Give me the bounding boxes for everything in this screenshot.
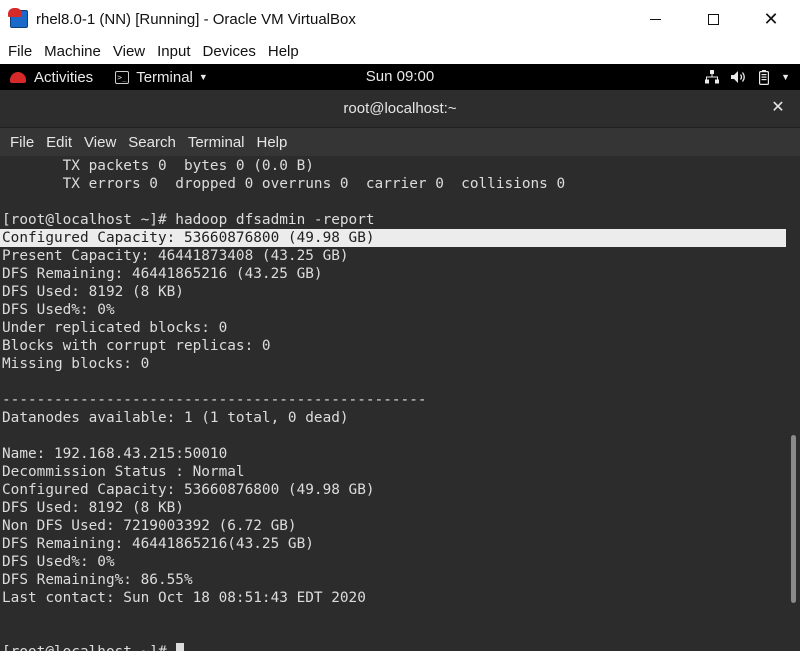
gnome-top-bar: Sun 09:00 Activities >_ Terminal ▼ ▼ [0, 64, 800, 90]
virtualbox-titlebar: rhel8.0-1 (NN) [Running] - Oracle VM Vir… [0, 0, 800, 38]
clock[interactable]: Sun 09:00 [366, 68, 434, 85]
terminal-line: Missing blocks: 0 [2, 355, 149, 373]
terminal-line: DFS Remaining: 46441865216 (43.25 GB) [2, 265, 323, 283]
terminal-line: ----------------------------------------… [2, 391, 427, 409]
terminal-line: DFS Remaining%: 86.55% [2, 571, 193, 589]
terminal-menubar: File Edit View Search Terminal Help [0, 128, 800, 156]
terminal-line: DFS Used: 8192 (8 KB) [2, 283, 184, 301]
terminal-line-text: Present Capacity: 46441873408 (43.25 GB) [2, 248, 349, 264]
volume-icon [731, 71, 745, 83]
term-menu-terminal[interactable]: Terminal [182, 134, 251, 151]
terminal-line-text: Missing blocks: 0 [2, 356, 150, 372]
terminal-line-text: [root@localhost ~]# hadoop dfsadmin -rep… [2, 212, 375, 228]
terminal-line: Blocks with corrupt replicas: 0 [2, 337, 271, 355]
terminal-line-text: TX errors 0 dropped 0 overruns 0 carrier… [2, 176, 566, 192]
chevron-down-icon: ▼ [198, 72, 208, 82]
terminal-close-button[interactable]: ✕ [768, 98, 788, 118]
terminal-scrollbar[interactable] [786, 156, 800, 651]
terminal-line-text: DFS Used%: 0% [2, 554, 115, 570]
terminal-line-text: DFS Used: 8192 (8 KB) [2, 284, 184, 300]
terminal-line-text: DFS Used%: 0% [2, 302, 115, 318]
system-menu[interactable]: ▼ [705, 64, 790, 90]
terminal-window: root@localhost:~ ✕ File Edit View Search… [0, 90, 800, 651]
virtualbox-menubar: File Machine View Input Devices Help [0, 38, 800, 64]
terminal-line: TX errors 0 dropped 0 overruns 0 carrier… [2, 175, 566, 193]
terminal-line: Configured Capacity: 53660876800 (49.98 … [0, 229, 786, 247]
scrollbar-thumb[interactable] [791, 435, 796, 603]
terminal-line: Name: 192.168.43.215:50010 [2, 445, 227, 463]
term-menu-help[interactable]: Help [251, 134, 294, 151]
terminal-line-text: Configured Capacity: 53660876800 (49.98 … [2, 482, 375, 498]
terminal-line-text: TX packets 0 bytes 0 (0.0 B) [2, 158, 314, 174]
terminal-line-text: ----------------------------------------… [2, 392, 427, 408]
close-window-button[interactable]: ✕ [742, 0, 800, 38]
terminal-line-text: DFS Remaining: 46441865216(43.25 GB) [2, 536, 314, 552]
terminal-line: DFS Used: 8192 (8 KB) [2, 499, 184, 517]
network-icon [705, 70, 720, 84]
vbox-menu-devices[interactable]: Devices [197, 43, 262, 60]
battery-icon [759, 69, 770, 85]
terminal-line: DFS Remaining: 46441865216(43.25 GB) [2, 535, 314, 553]
vbox-menu-machine[interactable]: Machine [38, 43, 107, 60]
terminal-title: root@localhost:~ [343, 100, 457, 117]
vbox-menu-file[interactable]: File [2, 43, 38, 60]
terminal-line-text: [root@localhost ~]# [2, 644, 175, 651]
terminal-line: Non DFS Used: 7219003392 (6.72 GB) [2, 517, 297, 535]
terminal-output[interactable]: TX packets 0 bytes 0 (0.0 B) TX errors 0… [0, 156, 786, 651]
maximize-icon [707, 13, 719, 25]
terminal-line: Under replicated blocks: 0 [2, 319, 227, 337]
terminal-line-text: Under replicated blocks: 0 [2, 320, 228, 336]
close-icon: ✕ [771, 99, 785, 116]
terminal-line: DFS Used%: 0% [2, 553, 115, 571]
terminal-line: Decommission Status : Normal [2, 463, 245, 481]
term-menu-search[interactable]: Search [122, 134, 182, 151]
terminal-line: Present Capacity: 46441873408 (43.25 GB) [2, 247, 349, 265]
vbox-menu-view[interactable]: View [107, 43, 151, 60]
terminal-icon: >_ [115, 70, 130, 84]
terminal-line: Configured Capacity: 53660876800 (49.98 … [2, 481, 375, 499]
terminal-line-text: Last contact: Sun Oct 18 08:51:43 EDT 20… [2, 590, 366, 606]
virtualbox-app-icon [8, 8, 30, 30]
window-title: rhel8.0-1 (NN) [Running] - Oracle VM Vir… [36, 10, 356, 28]
vbox-menu-input[interactable]: Input [151, 43, 196, 60]
minimize-icon [649, 18, 661, 20]
vbox-menu-help[interactable]: Help [262, 43, 305, 60]
term-menu-view[interactable]: View [78, 134, 122, 151]
terminal-line-text: DFS Used: 8192 (8 KB) [2, 500, 184, 516]
text-cursor [176, 643, 185, 651]
app-menu-terminal[interactable]: >_ Terminal ▼ [115, 69, 208, 86]
terminal-headerbar: root@localhost:~ ✕ [0, 90, 800, 128]
shell-prompt: [root@localhost ~]# [2, 643, 185, 651]
terminal-line-text: DFS Remaining%: 86.55% [2, 572, 193, 588]
system-menu-caret-icon: ▼ [781, 72, 790, 82]
app-menu-label: Terminal [136, 68, 193, 86]
activities-button[interactable]: Activities [34, 69, 93, 86]
term-menu-file[interactable]: File [4, 134, 40, 151]
terminal-line-text: DFS Remaining: 46441865216 (43.25 GB) [2, 266, 323, 282]
terminal-line: TX packets 0 bytes 0 (0.0 B) [2, 157, 314, 175]
terminal-line-text: Decommission Status : Normal [2, 464, 245, 480]
terminal-line-text: Configured Capacity: 53660876800 (49.98 … [2, 230, 375, 246]
terminal-line-text: Datanodes available: 1 (1 total, 0 dead) [2, 410, 349, 426]
terminal-line: DFS Used%: 0% [2, 301, 115, 319]
close-icon: ✕ [763, 8, 779, 29]
terminal-line-text: Non DFS Used: 7219003392 (6.72 GB) [2, 518, 297, 534]
terminal-line: Last contact: Sun Oct 18 08:51:43 EDT 20… [2, 589, 366, 607]
maximize-button[interactable] [684, 0, 742, 38]
redhat-icon [10, 71, 26, 83]
terminal-line-text: Name: 192.168.43.215:50010 [2, 446, 228, 462]
terminal-line: Datanodes available: 1 (1 total, 0 dead) [2, 409, 349, 427]
minimize-button[interactable] [626, 0, 684, 38]
terminal-line: [root@localhost ~]# hadoop dfsadmin -rep… [2, 211, 375, 229]
terminal-line-text: Blocks with corrupt replicas: 0 [2, 338, 271, 354]
term-menu-edit[interactable]: Edit [40, 134, 78, 151]
